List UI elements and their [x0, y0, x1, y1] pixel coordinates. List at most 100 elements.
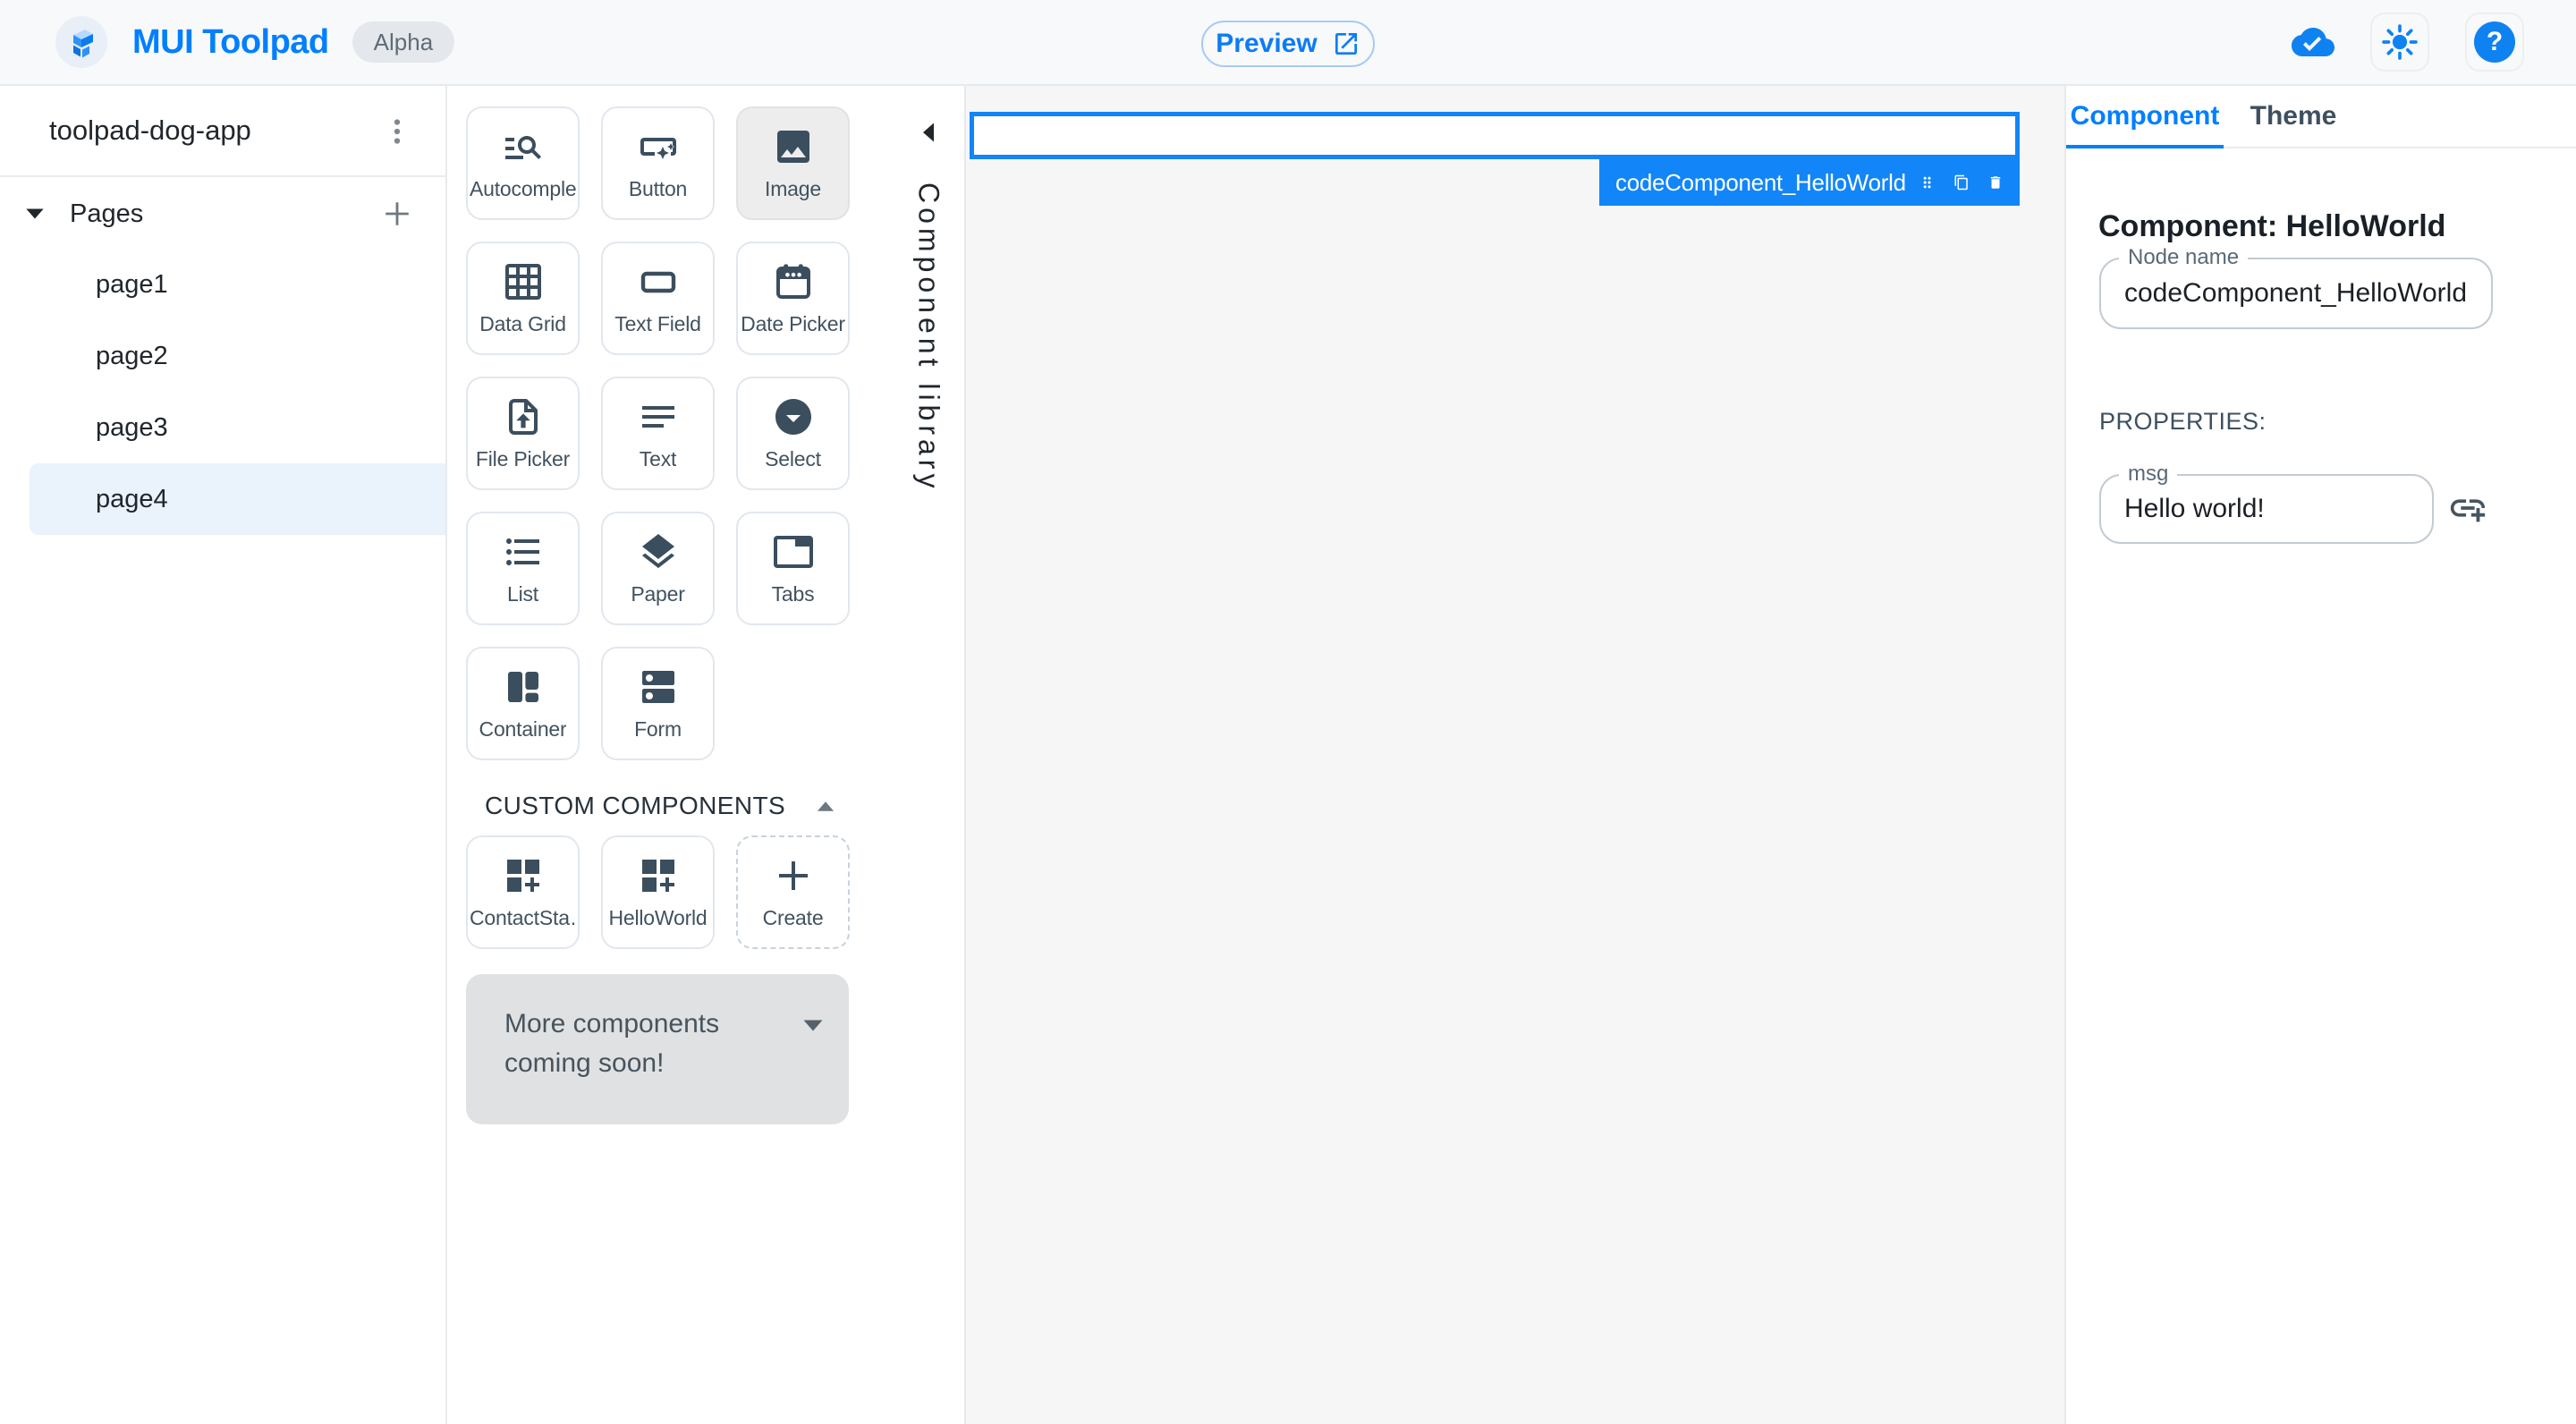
project-row: toolpad-dog-app: [0, 86, 445, 177]
plus-icon: [778, 861, 808, 890]
layers-icon: [641, 534, 674, 569]
dashboard-customize-icon: [641, 860, 674, 892]
duplicate-icon[interactable]: [1953, 168, 1970, 197]
delete-icon[interactable]: [1987, 168, 2004, 197]
node-name-label: Node name: [2119, 245, 2249, 271]
appbar-actions: ?: [2292, 0, 2524, 84]
component-tile-list[interactable]: List: [466, 512, 580, 625]
theme-toggle-button[interactable]: [2370, 13, 2429, 72]
dashboard-customize-icon: [506, 860, 539, 892]
dropdown-circle-icon: [775, 399, 811, 435]
text-field-icon: [640, 271, 675, 293]
collapse-caret-icon[interactable]: [25, 208, 45, 220]
component-tile-image[interactable]: Image: [736, 106, 850, 220]
smart-button-icon: [640, 138, 676, 159]
component-tile-text[interactable]: Text: [601, 377, 715, 490]
more-components-text: More components coming soon!: [504, 1009, 720, 1078]
tile-label: Create: [762, 906, 824, 929]
component-tile-helloworld[interactable]: HelloWorld: [601, 835, 715, 949]
tab-icon: [773, 536, 813, 568]
tile-label: Date Picker: [741, 312, 845, 335]
tile-label: Text: [639, 447, 677, 470]
tile-label: Select: [765, 447, 821, 470]
pages-header-label: Pages: [70, 199, 144, 228]
tile-label: HelloWorld: [608, 906, 708, 929]
component-tile-button[interactable]: Button: [601, 106, 715, 220]
sidebar-item-page2[interactable]: page2: [0, 320, 445, 392]
dns-icon: [641, 671, 674, 703]
tile-label: Form: [634, 717, 682, 741]
brightness-icon: [2382, 24, 2418, 60]
tile-label: Image: [765, 177, 821, 200]
list-bulleted-icon: [505, 538, 539, 565]
create-component-tile[interactable]: Create: [736, 835, 850, 949]
open-in-new-icon: [1335, 33, 1357, 55]
add-page-button[interactable]: [376, 192, 419, 235]
add-link-icon: [2450, 499, 2486, 522]
component-tile-data-grid[interactable]: Data Grid: [466, 242, 580, 355]
project-menu-button[interactable]: [376, 110, 419, 153]
library-vertical-title: Component library: [912, 182, 945, 493]
collapse-up-icon[interactable]: [816, 801, 835, 812]
selection-node-label: codeComponent_HelloWorld: [1615, 168, 1906, 196]
manage-search-icon: [504, 136, 541, 159]
project-name: toolpad-dog-app: [49, 114, 251, 146]
custom-component-tiles: ContactSta… HelloWorld Create: [466, 835, 850, 949]
tile-label: List: [507, 582, 538, 606]
editor-canvas[interactable]: codeComponent_HelloWorld: [966, 86, 2064, 1424]
component-heading: Component: HelloWorld: [2098, 209, 2446, 244]
selected-component[interactable]: [970, 112, 2020, 159]
inspector-tabs: Component Theme: [2066, 86, 2576, 148]
selection-toolbar: codeComponent_HelloWorld: [1599, 159, 2020, 206]
component-tile-container[interactable]: Container: [466, 647, 580, 760]
component-tile-date-picker[interactable]: Date Picker: [736, 242, 850, 355]
inspector-panel: Component Theme Component: HelloWorld No…: [2064, 86, 2576, 1424]
tile-label: ContactSta…: [470, 906, 576, 929]
msg-property-field[interactable]: msg Hello world!: [2099, 462, 2434, 544]
page-list: page1 page2 page3 page4: [0, 249, 445, 535]
msg-value: Hello world!: [2124, 494, 2265, 523]
component-tile-autocomplete[interactable]: Autocomplete: [466, 106, 580, 220]
grid-icon: [504, 264, 541, 300]
properties-header: PROPERTIES:: [2099, 408, 2267, 435]
tile-label: Paper: [631, 582, 685, 606]
tile-label: Text Field: [614, 312, 701, 335]
drag-handle-icon[interactable]: [1919, 167, 1936, 198]
node-name-field[interactable]: Node name codeComponent_HelloWorld: [2099, 245, 2493, 329]
tab-component[interactable]: Component: [2066, 86, 2224, 147]
notes-icon: [641, 406, 674, 428]
chevron-down-icon: [803, 1020, 823, 1031]
tile-label: Data Grid: [479, 312, 566, 335]
tile-label: Button: [628, 177, 688, 200]
app-bar: MUI Toolpad Alpha Preview ?: [0, 0, 2576, 86]
library-collapse-bar: Component library: [894, 86, 962, 658]
cloud-done-icon: [2292, 28, 2334, 56]
alpha-badge: Alpha: [352, 21, 455, 63]
bind-property-button[interactable]: [2445, 485, 2491, 531]
component-tile-select[interactable]: Select: [736, 377, 850, 490]
component-tile-text-field[interactable]: Text Field: [601, 242, 715, 355]
component-tile-contactstatic[interactable]: ContactSta…: [466, 835, 580, 949]
preview-button[interactable]: Preview: [1201, 21, 1375, 67]
image-icon: [776, 131, 809, 163]
sidebar-item-page4[interactable]: page4: [30, 463, 445, 535]
component-tile-file-picker[interactable]: File Picker: [466, 377, 580, 490]
sidebar-item-page1[interactable]: page1: [0, 249, 445, 320]
active-tab-indicator: [2066, 145, 2224, 148]
help-icon: ?: [2474, 21, 2515, 63]
component-tile-form[interactable]: Form: [601, 647, 715, 760]
collapse-left-icon[interactable]: [921, 122, 936, 143]
tile-label: Autocomplete: [470, 177, 576, 200]
tab-theme[interactable]: Theme: [2224, 86, 2363, 147]
sidebar-item-page3[interactable]: page3: [0, 392, 445, 463]
container-icon: [507, 672, 538, 702]
more-components-banner[interactable]: More components coming soon!: [466, 974, 849, 1124]
tile-label: Tabs: [771, 582, 815, 606]
preview-button-label: Preview: [1216, 29, 1318, 58]
component-tile-paper[interactable]: Paper: [601, 512, 715, 625]
help-button[interactable]: ?: [2465, 13, 2524, 72]
component-library-panel: Autocomplete Button Image Data Grid Text: [447, 86, 966, 1424]
component-tile-tabs[interactable]: Tabs: [736, 512, 850, 625]
custom-components-label: CUSTOM COMPONENTS: [485, 792, 786, 819]
pages-header: Pages: [0, 186, 445, 242]
